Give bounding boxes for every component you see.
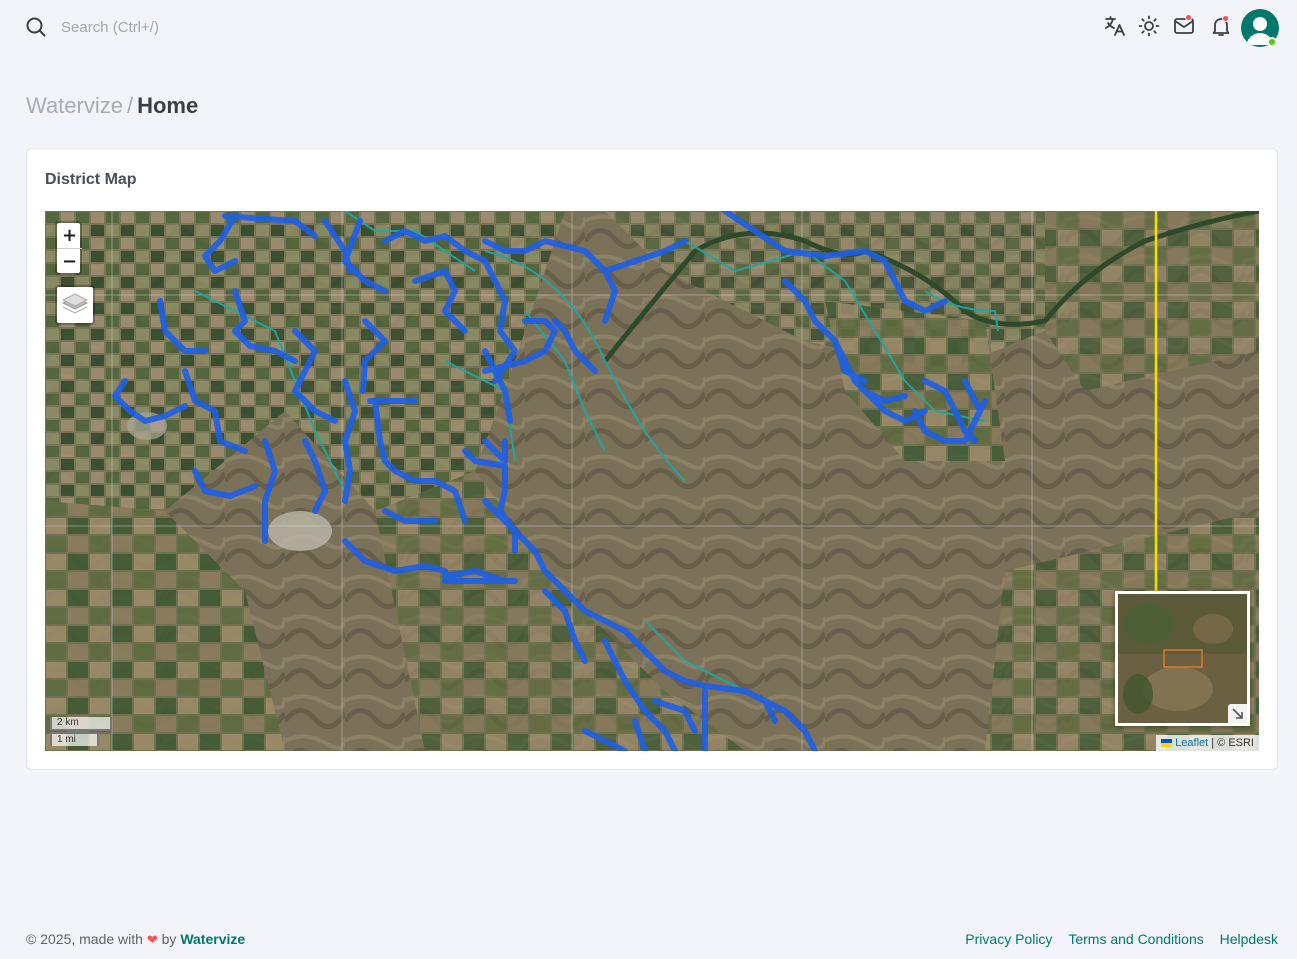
ukraine-flag-icon	[1161, 739, 1173, 748]
map-scale: 2 km 1 mi	[50, 717, 112, 746]
district-map[interactable]: + − 2 km 1 mi Leaflet | © ESRI	[45, 211, 1259, 751]
district-map-card: District Map + − 2 km 1 mi Leaflet | © E…	[26, 148, 1278, 770]
bell-icon[interactable]	[1209, 14, 1233, 38]
heart-icon: ❤	[146, 932, 158, 947]
minimap-toggle-button[interactable]	[1228, 704, 1247, 723]
mail-notification-dot	[1185, 14, 1192, 21]
map-attribution: Leaflet | © ESRI	[1156, 735, 1259, 751]
zoom-out-button[interactable]: −	[57, 249, 82, 275]
layers-icon	[61, 293, 89, 314]
breadcrumb-root[interactable]: Watervize	[26, 93, 123, 118]
top-navbar	[0, 0, 1297, 56]
translate-icon[interactable]	[1103, 14, 1127, 38]
zoom-control: + −	[55, 221, 82, 275]
mail-icon[interactable]	[1172, 14, 1196, 38]
scale-km: 2 km	[50, 717, 112, 731]
scale-mi: 1 mi	[50, 732, 99, 746]
breadcrumb-separator: /	[126, 93, 134, 118]
footer-links: Privacy Policy Terms and Conditions Help…	[953, 931, 1278, 947]
helpdesk-link[interactable]: Helpdesk	[1220, 931, 1278, 947]
footer-copyright: © 2025, made with ❤ by Watervize	[26, 931, 245, 948]
leaflet-link[interactable]: Leaflet	[1175, 737, 1208, 749]
layers-button[interactable]	[55, 285, 95, 325]
sun-icon[interactable]	[1137, 14, 1161, 38]
footer-brand-link[interactable]: Watervize	[180, 931, 245, 947]
arrow-diagonal-icon	[1232, 708, 1243, 719]
search-input[interactable]	[53, 14, 353, 40]
satellite-imagery	[45, 211, 1259, 751]
zoom-in-button[interactable]: +	[57, 223, 82, 249]
search-icon[interactable]	[25, 16, 47, 38]
bell-notification-dot	[1222, 15, 1229, 22]
page-title: Home	[137, 93, 199, 118]
terms-link[interactable]: Terms and Conditions	[1068, 931, 1203, 947]
privacy-policy-link[interactable]: Privacy Policy	[965, 931, 1052, 947]
breadcrumb: Watervize / Home	[26, 93, 198, 119]
copyright-by: by	[161, 931, 177, 947]
attribution-text: | © ESRI	[1208, 737, 1254, 749]
card-title: District Map	[45, 171, 137, 188]
copyright-text: © 2025, made with	[26, 931, 143, 947]
online-status-dot	[1267, 37, 1277, 47]
minimap[interactable]	[1115, 591, 1250, 726]
